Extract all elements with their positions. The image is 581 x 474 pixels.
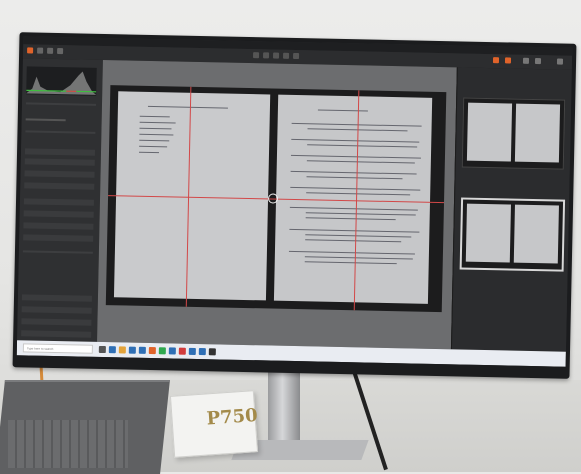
exposure-slider[interactable] — [26, 118, 66, 121]
cursor-tool-icon[interactable] — [253, 52, 259, 58]
toolbar-tool-icon[interactable] — [37, 48, 43, 54]
panel-section-header[interactable] — [24, 170, 94, 177]
taskbar-search-input[interactable]: Type here to search — [23, 343, 93, 353]
text-line — [148, 106, 228, 109]
image-viewer[interactable] — [97, 60, 457, 349]
text-line — [305, 256, 413, 259]
task-view-icon[interactable] — [99, 346, 106, 353]
panel-section-header[interactable] — [24, 210, 94, 217]
text-line — [140, 122, 176, 124]
panel-section-header[interactable] — [21, 330, 91, 337]
thumbnail-page-right — [515, 104, 560, 163]
thumbnail-page-left — [466, 204, 511, 263]
text-line — [289, 251, 415, 255]
text-line — [139, 128, 171, 130]
thumbnail-browser — [451, 67, 572, 351]
panel-section-header[interactable] — [24, 198, 94, 205]
text-line — [307, 160, 415, 163]
thumbnail-page-left — [467, 103, 512, 162]
taskbar-app-icon[interactable] — [209, 348, 216, 355]
text-line — [305, 234, 411, 237]
taskbar-app-icon[interactable] — [179, 348, 186, 355]
text-line — [305, 261, 397, 264]
taskbar-app-icon[interactable] — [159, 347, 166, 354]
toolbar-tool-icon[interactable] — [57, 48, 63, 54]
text-line — [291, 139, 419, 143]
crop-tool-icon[interactable] — [263, 52, 269, 58]
taskbar-app-icon[interactable] — [169, 347, 176, 354]
thumbnail-page-right — [514, 205, 559, 264]
taskbar-app-icon[interactable] — [189, 348, 196, 355]
taskbar-app-icon[interactable] — [199, 348, 206, 355]
text-line — [140, 116, 170, 118]
monitor-screen: Type here to search — [17, 36, 573, 366]
capture-button[interactable] — [493, 57, 499, 63]
panel-divider — [23, 250, 93, 253]
panel-divider — [26, 102, 96, 105]
panel-divider — [25, 130, 95, 133]
taskbar-app-icon[interactable] — [139, 347, 146, 354]
ssd-model-label: P750 — [206, 405, 258, 430]
panel-section-header[interactable] — [23, 222, 93, 229]
panel-section-header[interactable] — [24, 182, 94, 189]
histogram — [26, 66, 97, 95]
settings-icon[interactable] — [557, 58, 563, 64]
text-line — [307, 176, 403, 179]
export-button[interactable] — [505, 57, 511, 63]
text-line — [139, 140, 169, 142]
text-line — [139, 134, 173, 136]
taskbar-app-icon[interactable] — [149, 347, 156, 354]
thumbnail[interactable] — [462, 98, 565, 170]
captured-spread[interactable] — [106, 85, 447, 312]
text-line — [139, 152, 159, 153]
text-line — [305, 239, 401, 242]
text-line — [291, 171, 417, 175]
panel-section-header[interactable] — [25, 158, 95, 165]
text-line — [306, 212, 416, 215]
keystone-tool-icon[interactable] — [283, 53, 289, 59]
toolbar-tool-icon[interactable] — [47, 48, 53, 54]
ssd-drive: P750 — [170, 390, 258, 458]
panel-section-header[interactable] — [21, 318, 91, 325]
panel-section-header[interactable] — [23, 234, 93, 241]
left-tools-panel — [17, 58, 104, 342]
rotate-tool-icon[interactable] — [273, 53, 279, 59]
brush-tool-icon[interactable] — [293, 53, 299, 59]
monitor-stand-neck — [268, 360, 300, 450]
thumbnail-selected[interactable] — [460, 197, 565, 271]
folder-icon[interactable] — [119, 346, 126, 353]
taskbar-app-icon[interactable] — [109, 346, 116, 353]
text-line — [290, 207, 418, 211]
text-line — [318, 109, 368, 111]
text-line — [139, 146, 167, 148]
histogram-graph — [26, 66, 97, 95]
taskbar-app-icon[interactable] — [129, 347, 136, 354]
toolbar-tool-icon[interactable] — [535, 58, 541, 64]
text-line — [306, 192, 410, 195]
laptop-keyboard — [8, 420, 128, 468]
text-line — [306, 217, 396, 220]
toolbar-tool-icon[interactable] — [523, 58, 529, 64]
panel-section-header[interactable] — [22, 294, 92, 301]
panel-section-header[interactable] — [25, 148, 95, 155]
text-line — [307, 144, 417, 147]
panel-section-header[interactable] — [22, 306, 92, 313]
app-logo-icon — [27, 47, 33, 53]
